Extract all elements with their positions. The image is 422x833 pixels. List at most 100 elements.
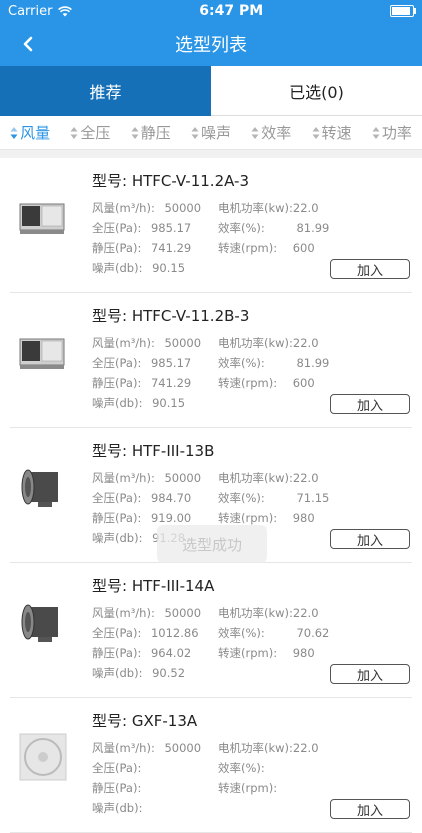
spec-static-pressure: 静压(Pa): 964.02 (92, 646, 192, 660)
spec-speed: 转速(rpm): 600 (218, 241, 315, 255)
spec-speed: 转速(rpm): (218, 781, 278, 795)
spec-noise: 噪声(db): 90.15 (92, 261, 186, 275)
sort-arrows-icon (191, 126, 199, 139)
sort-arrows-icon (70, 126, 78, 139)
sort-speed[interactable]: 转速 (301, 122, 361, 143)
sort-arrows-icon (251, 126, 259, 139)
page-title: 选型列表 (175, 35, 247, 56)
spec-airflow: 风量(m³/h): 50000 (92, 606, 202, 620)
spec-static-pressure: 静压(Pa): (92, 781, 142, 795)
sort-efficiency[interactable]: 效率 (241, 122, 301, 143)
sort-static-pressure[interactable]: 静压 (121, 122, 181, 143)
product-row-4: 型号: HTF-III-14A 风量(m³/h): 50000 全压(Pa): … (10, 563, 412, 698)
spec-speed: 转速(rpm): 980 (218, 511, 315, 525)
spec-efficiency: 效率(%): 70.62 (218, 626, 330, 640)
spec-total-pressure: 全压(Pa): 1012.86 (92, 626, 199, 640)
model-text: 型号: HTF-III-14A (92, 575, 214, 596)
sort-airflow[interactable]: 风量 (0, 122, 60, 143)
sort-arrows-icon (131, 126, 139, 139)
spec-efficiency: 效率(%): 81.99 (218, 221, 330, 235)
cabinet-fan-icon (18, 327, 68, 377)
sort-label: 效率 (261, 124, 292, 142)
sort-label: 功率 (381, 124, 412, 142)
model-prefix: 型号: (92, 307, 128, 325)
model-prefix: 型号: (92, 577, 128, 595)
spec-motor-power: 电机功率(kw):22.0 (218, 336, 319, 350)
spec-airflow: 风量(m³/h): 50000 (92, 201, 202, 215)
spec-speed: 转速(rpm): 980 (218, 646, 315, 660)
nav-bar: 选型列表 (0, 22, 422, 66)
sort-label: 全压 (80, 124, 111, 142)
spec-efficiency: 效率(%): 71.15 (218, 491, 330, 505)
model-number: HTF-III-14A (131, 577, 215, 595)
spec-static-pressure: 静压(Pa): 741.29 (92, 376, 192, 390)
back-button[interactable] (14, 30, 42, 58)
sort-total-pressure[interactable]: 全压 (60, 122, 120, 143)
spec-noise: 噪声(db): 90.15 (92, 396, 186, 410)
add-button[interactable]: 加入 (330, 664, 410, 684)
add-button[interactable]: 加入 (330, 259, 410, 279)
toast-message: 选型成功 (157, 525, 267, 563)
battery-icon (389, 5, 416, 17)
spec-total-pressure: 全压(Pa): 985.17 (92, 356, 192, 370)
status-bar: Carrier 6:47 PM (0, 0, 422, 22)
spec-total-pressure: 全压(Pa): 985.17 (92, 221, 192, 235)
spec-efficiency: 效率(%): 81.99 (218, 356, 330, 370)
model-number: HTFC-V-11.2B-3 (131, 307, 250, 325)
model-prefix: 型号: (92, 712, 128, 730)
sort-arrows-icon (10, 126, 18, 139)
product-row-5: 型号: GXF-13A 风量(m³/h): 50000 全压(Pa): 静压(P… (10, 698, 412, 833)
model-number: HTF-III-13B (131, 442, 215, 460)
sort-label: 噪声 (200, 124, 231, 142)
spec-noise: 噪声(db): 90.52 (92, 666, 186, 680)
status-time: 6:47 PM (199, 3, 264, 19)
product-row-1: 型号: HTFC-V-11.2A-3 风量(m³/h): 50000 全压(Pa… (10, 158, 412, 293)
sort-arrows-icon (312, 126, 320, 139)
sort-arrows-icon (372, 126, 380, 139)
add-button[interactable]: 加入 (330, 799, 410, 819)
spec-motor-power: 电机功率(kw):22.0 (218, 606, 319, 620)
model-number: HTFC-V-11.2A-3 (131, 172, 250, 190)
spec-static-pressure: 静压(Pa): 741.29 (92, 241, 192, 255)
spec-static-pressure: 静压(Pa): 919.00 (92, 511, 192, 525)
list-top-gap (0, 150, 422, 158)
axial-fan-icon (18, 462, 68, 512)
spec-motor-power: 电机功率(kw):22.0 (218, 741, 319, 755)
wifi-icon (58, 5, 73, 16)
spec-airflow: 风量(m³/h): 50000 (92, 471, 202, 485)
sort-noise[interactable]: 噪声 (181, 122, 241, 143)
model-text: 型号: HTFC-V-11.2A-3 (92, 170, 249, 191)
add-button[interactable]: 加入 (330, 394, 410, 414)
spec-motor-power: 电机功率(kw):22.0 (218, 201, 319, 215)
spec-airflow: 风量(m³/h): 50000 (92, 336, 202, 350)
sort-label: 风量 (20, 124, 51, 142)
spec-noise: 噪声(db): (92, 801, 143, 815)
spec-total-pressure: 全压(Pa): 984.70 (92, 491, 192, 505)
spec-efficiency: 效率(%): (218, 761, 265, 775)
spec-total-pressure: 全压(Pa): (92, 761, 142, 775)
spec-speed: 转速(rpm): 600 (218, 376, 315, 390)
sort-bar: 风量 全压 静压 噪声 效率 转速 功率 (0, 116, 422, 150)
product-row-2: 型号: HTFC-V-11.2B-3 风量(m³/h): 50000 全压(Pa… (10, 293, 412, 428)
model-text: 型号: GXF-13A (92, 710, 197, 731)
tab-bar: 推荐 已选(0) (0, 66, 422, 116)
sort-power[interactable]: 功率 (362, 122, 422, 143)
sort-label: 静压 (140, 124, 171, 142)
round-fan-icon (18, 732, 68, 782)
spec-motor-power: 电机功率(kw):22.0 (218, 471, 319, 485)
sort-label: 转速 (321, 124, 352, 142)
product-list: 型号: HTFC-V-11.2A-3 风量(m³/h): 50000 全压(Pa… (0, 158, 422, 833)
cabinet-fan-icon (18, 192, 68, 242)
tab-selected[interactable]: 已选(0) (211, 66, 422, 116)
chevron-left-icon (23, 36, 33, 52)
model-text: 型号: HTFC-V-11.2B-3 (92, 305, 249, 326)
spec-airflow: 风量(m³/h): 50000 (92, 741, 202, 755)
add-button[interactable]: 加入 (330, 529, 410, 549)
model-text: 型号: HTF-III-13B (92, 440, 214, 461)
model-prefix: 型号: (92, 172, 128, 190)
status-left: Carrier (8, 3, 73, 19)
model-number: GXF-13A (131, 712, 198, 730)
axial-fan-icon (18, 597, 68, 647)
tab-recommended[interactable]: 推荐 (0, 66, 211, 116)
carrier-label: Carrier (8, 3, 53, 19)
